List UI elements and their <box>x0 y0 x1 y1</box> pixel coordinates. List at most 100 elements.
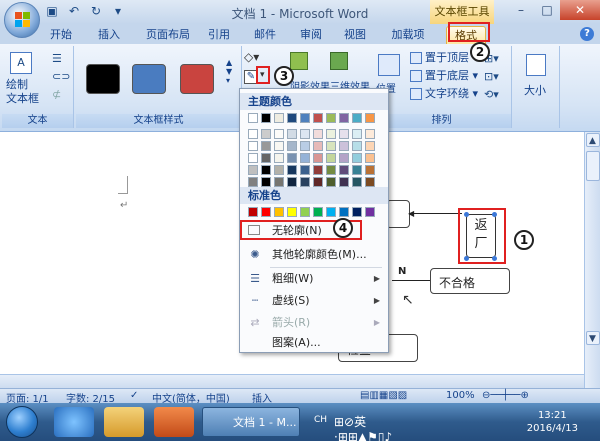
rotate-icon[interactable]: ⟲▾ <box>484 88 499 101</box>
help-icon[interactable]: ? <box>580 27 594 41</box>
status-zoom[interactable]: 100% <box>446 390 475 401</box>
color-swatch[interactable] <box>352 153 362 163</box>
group-icon[interactable]: ⊡▾ <box>484 70 499 83</box>
horizontal-scrollbar[interactable] <box>0 374 584 388</box>
text-wrap-button[interactable]: 文字环绕 ▾ <box>410 86 478 102</box>
start-button[interactable] <box>6 406 38 438</box>
color-swatch[interactable] <box>352 165 362 175</box>
standard-color-swatch[interactable] <box>261 207 271 217</box>
flow-box-fail[interactable]: 不合格 <box>430 268 510 294</box>
color-swatch[interactable] <box>339 129 349 139</box>
color-swatch[interactable] <box>261 165 271 175</box>
color-swatch[interactable] <box>326 153 336 163</box>
menu-item-weight[interactable]: ☰ 粗细(W) ▶ <box>240 269 388 289</box>
color-swatch[interactable] <box>300 153 310 163</box>
tab-review[interactable]: 审阅 <box>296 26 326 44</box>
zoom-slider[interactable]: ⊖──┼──⊕ <box>482 390 529 401</box>
threed-effect-icon[interactable] <box>330 52 348 70</box>
tab-home[interactable]: 开始 <box>44 26 78 44</box>
color-swatch[interactable] <box>248 165 258 175</box>
color-swatch[interactable] <box>313 129 323 139</box>
color-swatch[interactable] <box>248 113 258 123</box>
color-swatch[interactable] <box>313 165 323 175</box>
color-swatch[interactable] <box>365 129 375 139</box>
color-swatch[interactable] <box>248 129 258 139</box>
size-icon[interactable] <box>526 54 546 76</box>
size-button[interactable]: 大小 <box>524 82 546 98</box>
minimize-icon[interactable]: – <box>508 0 534 20</box>
color-swatch[interactable] <box>339 113 349 123</box>
taskbar-word-task[interactable]: 文档 1 - M... <box>202 407 300 437</box>
resize-handle-icon[interactable] <box>464 256 469 261</box>
color-swatch[interactable] <box>261 141 271 151</box>
color-swatch[interactable] <box>365 165 375 175</box>
color-swatch[interactable] <box>352 129 362 139</box>
color-swatch[interactable] <box>287 113 297 123</box>
tray-icons[interactable]: ⊞⊘英·⊞⊞▲⚑▯♪ <box>334 413 392 441</box>
color-swatch[interactable] <box>248 153 258 163</box>
menu-item-dashes[interactable]: ┄ 虚线(S) ▶ <box>240 291 388 311</box>
color-swatch[interactable] <box>339 153 349 163</box>
shadow-effect-icon[interactable] <box>290 52 308 70</box>
flow-box-left[interactable] <box>386 200 410 228</box>
color-swatch[interactable] <box>313 153 323 163</box>
textbox-return-factory[interactable]: 返 厂 <box>466 214 496 258</box>
tab-insert[interactable]: 插入 <box>92 26 126 44</box>
standard-color-swatch[interactable] <box>248 207 258 217</box>
standard-color-swatch[interactable] <box>352 207 362 217</box>
color-swatch[interactable] <box>300 165 310 175</box>
color-swatch[interactable] <box>287 141 297 151</box>
office-button[interactable] <box>4 2 40 38</box>
color-swatch[interactable] <box>365 153 375 163</box>
color-swatch[interactable] <box>274 177 284 187</box>
tab-page-layout[interactable]: 页面布局 <box>140 26 196 44</box>
color-swatch[interactable] <box>274 153 284 163</box>
color-swatch[interactable] <box>300 177 310 187</box>
view-buttons-icon[interactable]: ▤▥▦▧▨ <box>360 390 407 401</box>
scroll-down-icon[interactable]: ▼ <box>585 331 600 345</box>
color-swatch[interactable] <box>313 177 323 187</box>
color-swatch[interactable] <box>287 165 297 175</box>
color-swatch[interactable] <box>339 141 349 151</box>
color-swatch[interactable] <box>365 113 375 123</box>
menu-item-pattern[interactable]: 图案(A)... <box>240 333 388 353</box>
color-swatch[interactable] <box>261 113 271 123</box>
color-swatch[interactable] <box>313 141 323 151</box>
standard-color-swatch[interactable] <box>287 207 297 217</box>
standard-color-swatch[interactable] <box>326 207 336 217</box>
color-swatch[interactable] <box>274 141 284 151</box>
scroll-thumb[interactable] <box>585 151 600 181</box>
position-icon[interactable] <box>378 54 400 76</box>
color-swatch[interactable] <box>352 141 362 151</box>
color-swatch[interactable] <box>326 141 336 151</box>
vertical-scrollbar[interactable]: ▲ ▼ <box>584 132 600 388</box>
close-icon[interactable]: ✕ <box>560 0 600 20</box>
tab-references[interactable]: 引用 <box>204 26 234 44</box>
tab-mailings[interactable]: 邮件 <box>250 26 280 44</box>
proofing-icon[interactable]: ✓ <box>130 390 138 401</box>
color-swatch[interactable] <box>300 141 310 151</box>
resize-handle-icon[interactable] <box>492 212 497 217</box>
color-swatch[interactable] <box>261 177 271 187</box>
color-swatch[interactable] <box>261 129 271 139</box>
menu-item-more-colors[interactable]: ✺ 其他轮廓颜色(M)... <box>240 245 388 265</box>
maximize-icon[interactable]: □ <box>534 0 560 20</box>
color-swatch[interactable] <box>352 177 362 187</box>
ime-label[interactable]: CH <box>314 415 327 425</box>
color-swatch[interactable] <box>326 165 336 175</box>
color-swatch[interactable] <box>287 129 297 139</box>
folder-icon[interactable] <box>104 407 144 437</box>
resize-handle-icon[interactable] <box>492 256 497 261</box>
color-swatch[interactable] <box>248 141 258 151</box>
standard-color-swatch[interactable] <box>300 207 310 217</box>
ie-icon[interactable] <box>54 407 94 437</box>
color-swatch[interactable] <box>352 113 362 123</box>
style-swatch-red[interactable] <box>180 64 214 94</box>
standard-color-swatch[interactable] <box>365 207 375 217</box>
style-swatch-black[interactable] <box>86 64 120 94</box>
color-swatch[interactable] <box>326 177 336 187</box>
media-player-icon[interactable] <box>154 407 194 437</box>
color-swatch[interactable] <box>365 177 375 187</box>
style-swatch-blue[interactable] <box>132 64 166 94</box>
color-swatch[interactable] <box>248 177 258 187</box>
